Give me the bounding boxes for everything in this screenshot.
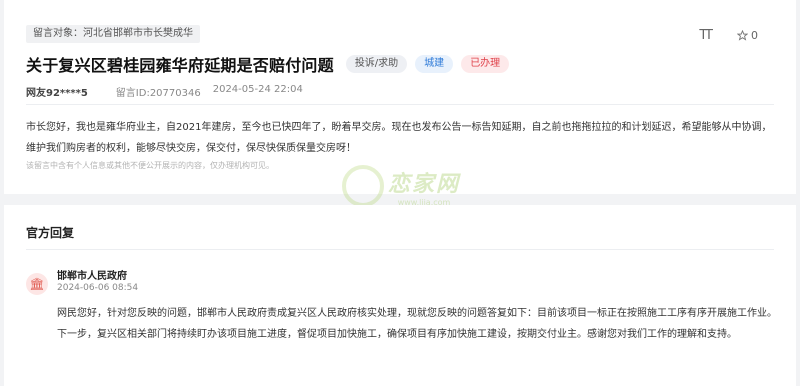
message-content: 市长您好，我也是雍华府业主，自2021年建房，至今也已快四年了，盼着早交房。现在… [26, 122, 772, 154]
tag-category: 城建 [415, 55, 454, 73]
watermark-text: 恋家网 www.ljia.com [388, 166, 460, 207]
watermark: 恋家网 www.ljia.com [342, 165, 460, 207]
tag-type: 投诉/求助 [345, 55, 408, 73]
message-meta: 网友92****5 留言ID:20770346 2024-05-24 22:04 [26, 84, 303, 99]
watermark-logo-icon [342, 165, 384, 207]
message-user: 网友92****5 [26, 88, 88, 99]
tag-status: 已办理 [461, 55, 510, 73]
message-target-tag: 留言对象：河北省邯郸市市长樊成华 [26, 25, 200, 43]
reply-card: 官方回复 🏛 邯郸市人民政府 2024-06-06 08:54 网民您好，针对您… [4, 205, 796, 386]
star-icon [737, 30, 748, 41]
government-building-icon: 🏛 [26, 273, 48, 295]
message-tools: TT 0 [699, 28, 758, 43]
reply-content: 网民您好，针对您反映的问题，邯郸市人民政府责成复兴区人民政府核实处理，现就您反映… [57, 308, 777, 340]
divider [26, 104, 774, 105]
font-size-icon[interactable]: TT [699, 28, 713, 43]
message-date: 2024-05-24 22:04 [212, 84, 303, 95]
reply-org-name: 邯郸市人民政府 [57, 271, 127, 282]
message-title: 关于复兴区碧桂园雍华府延期是否赔付问题 [26, 56, 334, 75]
reply-section-title: 官方回复 [26, 226, 75, 240]
favorite-button[interactable]: 0 [737, 29, 758, 42]
watermark-main: 恋家网 [388, 171, 461, 197]
divider [26, 249, 774, 250]
reply-date: 2024-06-06 08:54 [57, 283, 139, 293]
title-row: 关于复兴区碧桂园雍华府延期是否赔付问题 投诉/求助 城建 已办理 [26, 52, 517, 76]
message-card: 留言对象：河北省邯郸市市长樊成华 TT 0 关于复兴区碧桂园雍华府延期是否赔付问… [4, 0, 796, 207]
privacy-notice: 该留言中含有个人信息或其他不便公开展示的内容，仅办理机构可见。 [26, 161, 274, 170]
favorite-count: 0 [751, 29, 758, 42]
message-id: 留言ID:20770346 [115, 88, 201, 99]
